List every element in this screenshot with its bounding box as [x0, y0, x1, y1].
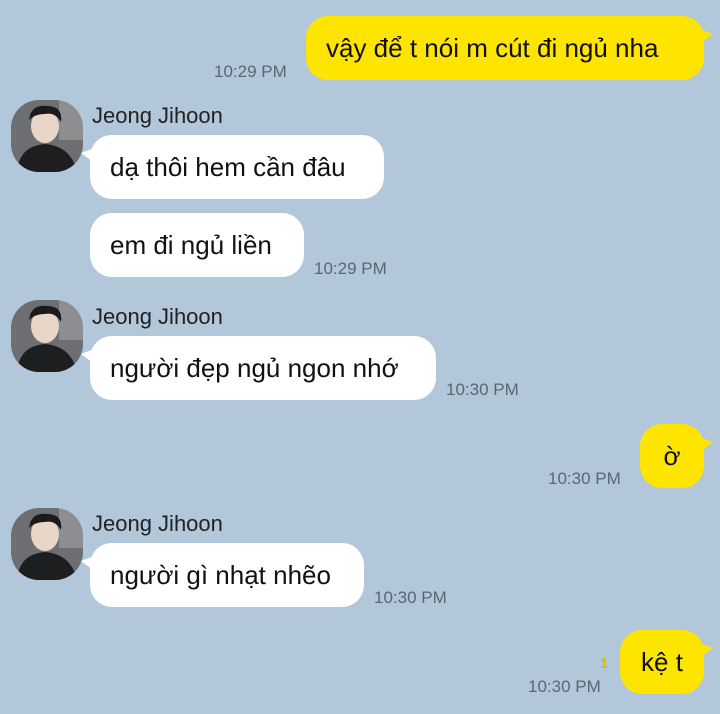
message-bubble-incoming[interactable]: người đẹp ngủ ngon nhớ [81, 336, 436, 400]
avatar-photo-icon [11, 508, 83, 580]
message-text: em đi ngủ liền [110, 230, 272, 260]
message-timestamp: 10:29 PM [314, 259, 387, 278]
avatar-photo-icon [11, 100, 83, 172]
message-text: người đẹp ngủ ngon nhớ [110, 353, 399, 383]
message-text: người gì nhạt nhẽo [110, 560, 331, 590]
message-bubble-outgoing[interactable]: ờ [640, 424, 713, 488]
message-text: kệ t [641, 647, 683, 677]
message-bubble-outgoing[interactable]: kệ t [620, 630, 713, 694]
sender-name: Jeong Jihoon [92, 304, 223, 329]
message-text: ờ [663, 441, 681, 471]
unread-count-badge: 1 [600, 655, 609, 672]
avatar-photo-icon [11, 300, 83, 372]
message-bubble-incoming[interactable]: người gì nhạt nhẽo [81, 543, 364, 607]
message-bubble-outgoing[interactable]: vậy để t nói m cút đi ngủ nha [306, 16, 713, 80]
sender-avatar[interactable] [11, 300, 83, 372]
sender-avatar[interactable] [11, 508, 83, 580]
message-timestamp: 10:30 PM [374, 588, 447, 607]
sender-avatar[interactable] [11, 100, 83, 172]
message-timestamp: 10:30 PM [446, 380, 519, 399]
message-bubble-incoming[interactable]: dạ thôi hem cần đâu [81, 135, 384, 199]
message-text: vậy để t nói m cút đi ngủ nha [326, 33, 659, 63]
message-timestamp: 10:29 PM [214, 62, 287, 81]
message-timestamp: 10:30 PM [548, 469, 621, 488]
message-timestamp: 10:30 PM [528, 677, 601, 696]
sender-name: Jeong Jihoon [92, 511, 223, 536]
message-text: dạ thôi hem cần đâu [110, 152, 346, 182]
message-bubble-incoming[interactable]: em đi ngủ liền [90, 213, 304, 277]
sender-name: Jeong Jihoon [92, 103, 223, 128]
